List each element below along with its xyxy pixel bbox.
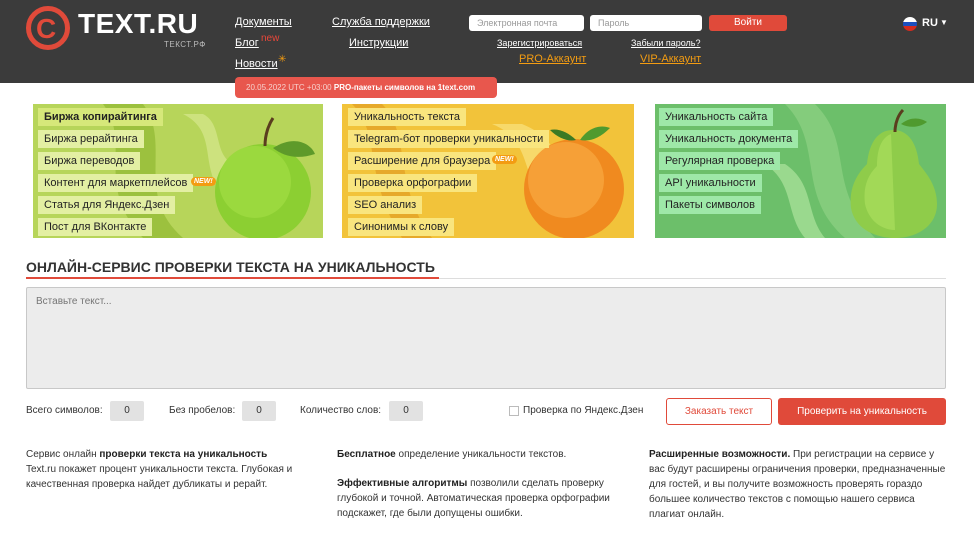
tag-yandex-zen[interactable]: Статья для Яндекс.Дзен [38, 196, 176, 214]
promo-banner[interactable]: 20.05.2022 UTC +03:00 PRO-пакеты символо… [235, 77, 497, 98]
tag-browser-extension[interactable]: Расширение для браузера [348, 152, 497, 170]
logo-c-icon: C [26, 6, 70, 50]
info-column-1: Сервис онлайн проверки текста на уникаль… [26, 447, 316, 492]
logo-subtext: ТЕКСТ.РФ [164, 40, 206, 49]
tag-symbol-packages[interactable]: Пакеты символов [659, 196, 762, 214]
banner-exchange: Биржа копирайтинга Биржа рерайтинга Бирж… [33, 104, 323, 238]
nav-blog[interactable]: Блог [235, 37, 259, 49]
tag-text-uniqueness[interactable]: Уникальность текста [348, 108, 467, 126]
tag-api-uniqueness[interactable]: API уникальности [659, 174, 762, 192]
info-1-text-c: Text.ru покажет процент уникальности тек… [26, 464, 293, 490]
info-2-text-a: определение уникальности текстов. [395, 449, 567, 460]
tag-vk-post[interactable]: Пост для ВКонтакте [38, 218, 153, 236]
register-link[interactable]: Зарегистрироваться [497, 38, 582, 48]
vip-account-link[interactable]: VIP-Аккаунт [640, 53, 701, 65]
total-chars-label: Всего символов: [26, 405, 103, 416]
pro-account-link[interactable]: PRO-Аккаунт [519, 53, 586, 65]
nav-documents[interactable]: Документы [235, 16, 292, 28]
language-label: RU [922, 17, 938, 29]
info-2-bold-b: Эффективные алгоритмы [337, 478, 468, 489]
check-uniqueness-button[interactable]: Проверить на уникальность [778, 398, 946, 425]
info-1-text-bold: проверки текста на уникальность [99, 449, 268, 460]
tag-spell-check[interactable]: Проверка орфографии [348, 174, 478, 192]
russia-flag-icon [903, 17, 917, 31]
tag-regular-check[interactable]: Регулярная проверка [659, 152, 781, 170]
word-count-value: 0 [389, 401, 423, 421]
yandex-zen-checkbox[interactable] [509, 406, 519, 416]
news-star-icon: ✳ [278, 54, 287, 65]
text-input[interactable] [26, 287, 946, 389]
login-button[interactable]: Войти [709, 15, 787, 31]
title-underline [26, 277, 439, 279]
logo-text: TEXT.RU [78, 8, 199, 39]
tag-seo-analysis[interactable]: SEO анализ [348, 196, 423, 214]
word-count-label: Количество слов: [300, 405, 382, 416]
info-column-3: Расширенные возможности. При регистрации… [649, 447, 949, 522]
info-column-2: Бесплатное определение уникальности текс… [337, 447, 633, 521]
info-1-text-a: Сервис онлайн [26, 449, 100, 460]
caret-down-icon: ▼ [940, 18, 948, 27]
promo-date: 20.05.2022 UTC +03:00 [246, 83, 332, 92]
site-header: C TEXT.RU ТЕКСТ.РФ Документы Блог new Но… [0, 0, 974, 83]
new-badge-extension: NEW! [492, 155, 517, 164]
new-badge-marketplace: NEW! [191, 177, 216, 186]
tag-marketplace-content[interactable]: Контент для маркетплейсов [38, 174, 194, 192]
logo[interactable]: C TEXT.RU ТЕКСТ.РФ [26, 6, 236, 56]
tag-site-uniqueness[interactable]: Уникальность сайта [659, 108, 774, 126]
tag-copywriting-exchange[interactable]: Биржа копирайтинга [38, 108, 163, 126]
tag-translation-exchange[interactable]: Биржа переводов [38, 152, 141, 170]
total-chars-value: 0 [110, 401, 144, 421]
tag-rewriting-exchange[interactable]: Биржа рерайтинга [38, 130, 144, 148]
tag-telegram-bot[interactable]: Telegram-бот проверки уникальности [348, 130, 550, 148]
yandex-zen-checkbox-label[interactable]: Проверка по Яндекс.Дзен [523, 405, 643, 416]
promo-text: PRO-пакеты символов на 1text.com [333, 83, 476, 92]
tag-document-uniqueness[interactable]: Уникальность документа [659, 130, 799, 148]
tag-synonyms[interactable]: Синонимы к слову [348, 218, 455, 236]
order-text-button[interactable]: Заказать текст [666, 398, 772, 425]
nav-news[interactable]: Новости [235, 58, 278, 70]
nav-instructions[interactable]: Инструкции [349, 37, 408, 49]
blog-new-badge: new [261, 33, 280, 44]
info-2-bold-a: Бесплатное [337, 449, 396, 460]
forgot-password-link[interactable]: Забыли пароль? [631, 38, 700, 48]
nav-support[interactable]: Служба поддержки [332, 16, 430, 28]
no-spaces-value: 0 [242, 401, 276, 421]
page-title: ОНЛАЙН-СЕРВИС ПРОВЕРКИ ТЕКСТА НА УНИКАЛЬ… [26, 259, 435, 275]
info-3-bold: Расширенные возможности. [649, 449, 791, 460]
banner-uniqueness: Уникальность текста Telegram-бот проверк… [342, 104, 634, 238]
email-field[interactable] [469, 15, 584, 31]
password-field[interactable] [590, 15, 702, 31]
no-spaces-label: Без пробелов: [169, 405, 236, 416]
banner-site-tools: Уникальность сайта Уникальность документ… [655, 104, 946, 238]
